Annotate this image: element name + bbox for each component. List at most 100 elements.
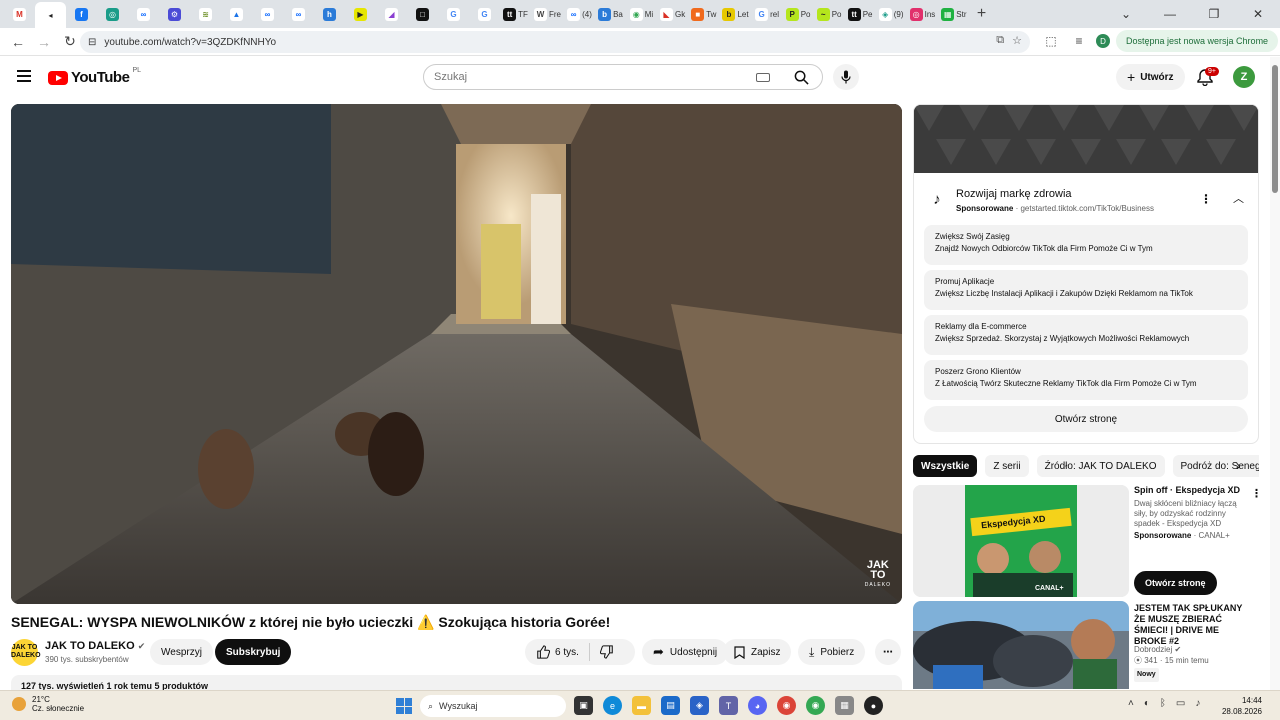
recommendation-video[interactable]: JESTEM TAK SPŁUKANY ŻE MUSZĘ ZBIERAĆ ŚMI… [913,601,1259,689]
chrome-active-icon[interactable]: ◉ [806,696,825,715]
filter-chip[interactable]: Z serii [985,455,1029,477]
display-icon[interactable]: ▭ [1176,698,1185,709]
channel-name[interactable]: JAK TO DALEKO ✔ [45,640,145,652]
browser-tab[interactable]: ◉ Mi [626,3,657,25]
share-button[interactable]: ➦ Udostępnij [642,639,729,665]
file-explorer-icon[interactable]: ▬ [632,696,651,715]
window-menu-icon[interactable]: ⌄ [1104,0,1148,28]
create-button[interactable]: + Utwórz [1116,64,1185,90]
browser-tab[interactable]: G [438,3,469,25]
browser-tab[interactable]: ∞ [283,3,314,25]
bookmark-star-icon[interactable]: ☆ [1012,34,1022,47]
recommendation-thumbnail[interactable] [913,601,1129,689]
more-actions-button[interactable]: ⋯ [875,639,901,665]
extensions-icon[interactable]: ⬚ [1040,30,1062,52]
ad-sitelink[interactable]: Poszerz Grono Klientów Z Łatwością Twórz … [924,360,1248,400]
channel-avatar[interactable]: JAK TO DALEKO [11,639,41,666]
windows-start-icon[interactable] [396,698,412,714]
browser-tab[interactable]: tt Pe [845,3,876,25]
ad-open-site-button[interactable]: Otwórz stronę [924,406,1248,432]
chevron-up-icon[interactable]: ︿ [1233,190,1244,206]
save-button[interactable]: Zapisz [723,639,792,665]
browser-tab[interactable]: ◎ Ins [907,3,939,25]
browser-tab[interactable]: ∞ (4) [564,3,595,25]
tiktok-logo-icon[interactable]: ♪ [926,188,948,210]
browser-tab[interactable]: ◂ [35,2,66,28]
ad-banner-image[interactable] [914,105,1259,173]
keyboard-icon[interactable] [756,72,770,82]
photos-icon[interactable]: ▦ [835,696,854,715]
recommendation-open-button[interactable]: Otwórz stronę [1134,571,1217,595]
reload-button[interactable]: ↻ [58,30,82,54]
recommendation-title[interactable]: Spin off · Ekspedycja XD [1134,485,1248,496]
browser-tab[interactable]: ≋ [190,3,221,25]
browser-tab[interactable]: ▦ Str [938,3,969,25]
site-info-icon[interactable]: ⊟ [88,37,96,48]
volume-icon[interactable]: ♪ [1195,698,1200,709]
back-button[interactable]: ← [6,30,30,54]
taskbar-search[interactable]: ⌕ Wyszukaj [420,695,566,717]
ad-title[interactable]: Rozwijaj markę zdrowia [956,188,1072,200]
browser-tab[interactable]: ~ Po [814,3,845,25]
support-button[interactable]: Wesprzyj [150,639,213,665]
network-icon[interactable]: ◐ [1144,698,1150,709]
tray-overflow-icon[interactable]: ˄ [1128,698,1134,709]
new-tab-button[interactable]: + [970,3,994,25]
browser-tab[interactable]: P Po [783,3,814,25]
browser-tab[interactable]: ◈ (9) [876,3,907,25]
browser-tab[interactable]: Grel [752,3,783,25]
vpn-icon[interactable]: ◈ [690,696,709,715]
filter-chip[interactable]: Źródło: JAK TO DALEKO [1036,455,1165,477]
browser-tab[interactable]: M [4,3,35,25]
discord-icon[interactable]: ◕ [748,696,767,715]
search-input[interactable] [424,65,744,89]
search-button[interactable] [780,64,822,90]
chevron-right-icon[interactable]: › [1236,457,1241,473]
ad-sitelink[interactable]: Promuj Aplikacje Zwiększ Liczbę Instalacj… [924,270,1248,310]
browser-profile-icon[interactable]: D [1096,34,1110,48]
browser-tab[interactable]: G [469,3,500,25]
browser-tab[interactable]: ▶ [345,3,376,25]
browser-tab[interactable]: ⚙ [159,3,190,25]
close-window-button[interactable]: ✕ [1236,0,1280,28]
recommendation-ad[interactable]: Ekspedycja XD CANAL+ Spin off · Ekspedyc… [913,485,1262,597]
scrollbar-thumb[interactable] [1272,65,1278,193]
browser-tab[interactable]: □ [407,3,438,25]
address-bar[interactable]: ⊟ youtube.com/watch?v=3QZDKfNNHYo ⧉ ☆ [80,31,1030,53]
task-view-icon[interactable]: ▣ [574,696,593,715]
recommendation-title[interactable]: JESTEM TAK SPŁUKANY ŻE MUSZĘ ZBIERAĆ ŚMI… [1134,603,1248,647]
maximize-button[interactable]: ❐ [1192,0,1236,28]
browser-tab[interactable]: ◣ Gk [657,3,688,25]
video-player[interactable]: JAK TO DALEKO [11,104,902,604]
forward-button[interactable]: → [32,30,56,54]
ad-menu-icon[interactable]: ⋮ [1200,192,1212,206]
youtube-logo[interactable]: YouTube PL [48,67,141,86]
chrome-update-pill[interactable]: Dostępna jest nowa wersja Chrome [1116,30,1279,52]
app-notification-icon[interactable]: ● [864,696,883,715]
edge-icon[interactable]: e [603,696,622,715]
browser-tab[interactable]: ■ Tw [688,3,719,25]
browser-tab[interactable]: ∞ [252,3,283,25]
download-button[interactable]: ⤓ Pobierz [798,639,866,665]
browser-tab[interactable]: h [314,3,345,25]
filter-chip[interactable]: Podróż do: Senegal [1172,455,1259,477]
dislike-button[interactable] [599,645,614,659]
taskbar-clock[interactable]: 14:44 28.08.2026 [1214,695,1262,717]
reading-list-icon[interactable]: ≡ [1068,30,1090,52]
like-button[interactable]: 6 tys. [536,645,579,659]
guide-menu-icon[interactable] [17,70,31,82]
account-avatar[interactable]: Z [1233,66,1255,88]
weather-widget[interactable]: 21°C Cz. słonecznie [12,695,84,713]
install-app-icon[interactable]: ⧉ [996,34,1004,47]
chrome-icon[interactable]: ◉ [777,696,796,715]
teams-icon[interactable]: T [719,696,738,715]
bluetooth-icon[interactable]: ᛒ [1160,698,1166,709]
ad-sitelink[interactable]: Reklamy dla E-commerce Zwiększ Sprzedaż. … [924,315,1248,355]
browser-tab[interactable]: tt TF [500,3,531,25]
browser-tab[interactable]: ∞ [128,3,159,25]
channel-watermark[interactable]: JAK TO DALEKO [865,560,891,590]
voice-search-button[interactable] [833,64,859,90]
browser-tab[interactable]: b Ba [595,3,626,25]
browser-tab[interactable]: f [66,3,97,25]
minimize-button[interactable]: — [1148,0,1192,28]
